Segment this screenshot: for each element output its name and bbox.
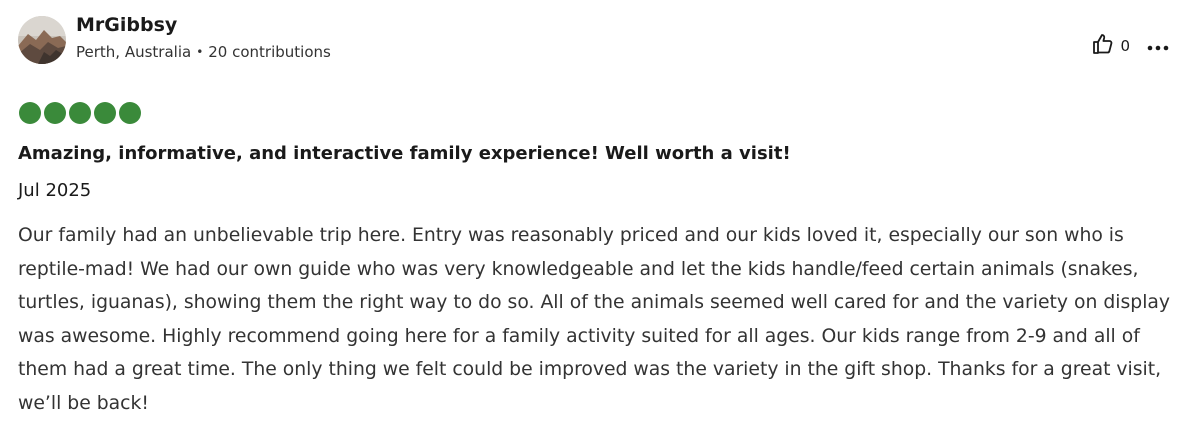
review-date: Jul 2025 [18, 180, 92, 201]
rating-bubbles [19, 102, 144, 124]
rating-bubble [19, 102, 41, 124]
helpful-count: 0 [1120, 37, 1130, 55]
rating-bubble [94, 102, 116, 124]
reviewer-location: Perth, Australia [76, 42, 192, 61]
helpful-vote-button[interactable]: 0 [1091, 32, 1130, 60]
separator-dot: • [196, 44, 204, 59]
thumbs-up-icon [1091, 32, 1115, 60]
more-options-icon [1146, 37, 1170, 56]
avatar-image [18, 16, 66, 64]
reviewer-subline: Perth, Australia • 20 contributions [76, 42, 331, 62]
reviewer-name[interactable]: MrGibbsy [76, 13, 331, 37]
review-actions: 0 [1091, 32, 1170, 60]
rating-bubble [69, 102, 91, 124]
reviewer-header: MrGibbsy Perth, Australia • 20 contribut… [18, 14, 331, 64]
review-card: MrGibbsy Perth, Australia • 20 contribut… [0, 0, 1200, 425]
rating-bubble [44, 102, 66, 124]
rating-bubble [119, 102, 141, 124]
review-body: Our family had an unbelievable trip here… [18, 225, 1171, 414]
reviewer-meta: MrGibbsy Perth, Australia • 20 contribut… [76, 14, 331, 62]
avatar[interactable] [18, 16, 66, 64]
more-options-button[interactable] [1146, 34, 1170, 58]
review-title[interactable]: Amazing, informative, and interactive fa… [18, 143, 791, 164]
reviewer-contributions: 20 contributions [208, 42, 331, 61]
